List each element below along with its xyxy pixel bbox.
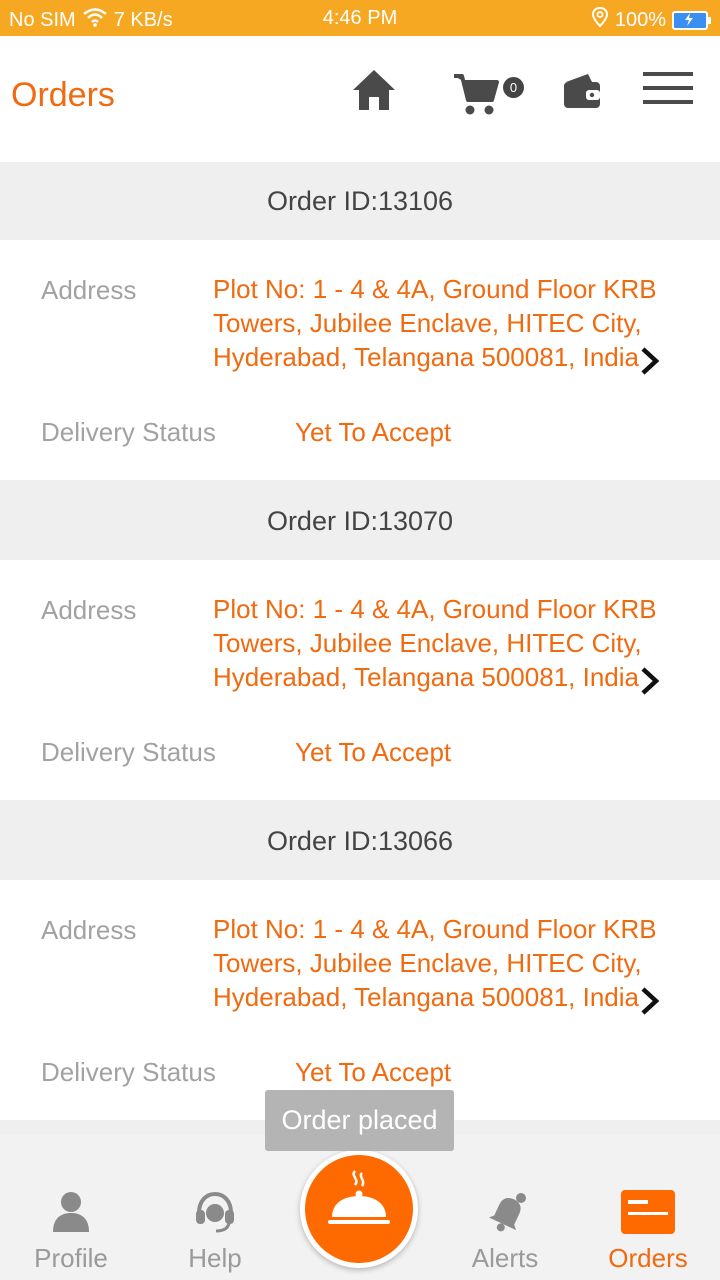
address-value: Plot No: 1 - 4 & 4A, Ground Floor KRB To… [213, 594, 657, 692]
address-label: Address [41, 275, 137, 305]
nav-help-label: Help [188, 1243, 242, 1273]
food-cloche-icon [328, 1167, 390, 1254]
orders-icon [620, 1189, 676, 1240]
order-card[interactable]: Address Plot No: 1 - 4 & 4A, Ground Floo… [0, 560, 720, 800]
location-icon [591, 6, 609, 34]
wallet-icon[interactable] [562, 72, 602, 115]
cart-icon[interactable] [452, 70, 500, 123]
order-id-header: Order ID:13070 [0, 482, 720, 560]
nav-alerts[interactable]: Alerts [445, 1135, 565, 1280]
order-card[interactable]: Address Plot No: 1 - 4 & 4A, Ground Floo… [0, 240, 720, 480]
bell-icon [485, 1189, 531, 1240]
order-id-header: Order ID:13106 [0, 162, 720, 240]
chevron-right-icon[interactable] [638, 666, 662, 701]
nav-help[interactable]: Help [155, 1135, 275, 1280]
order-card[interactable]: Address Plot No: 1 - 4 & 4A, Ground Floo… [0, 880, 720, 1120]
address-label: Address [41, 915, 137, 945]
address-value: Plot No: 1 - 4 & 4A, Ground Floor KRB To… [213, 914, 657, 1012]
battery-icon [672, 10, 711, 30]
nav-profile-label: Profile [34, 1243, 108, 1273]
home-icon[interactable] [351, 68, 397, 117]
chevron-right-icon[interactable] [638, 986, 662, 1021]
battery-percent: 100% [614, 8, 666, 31]
page-title: Orders [11, 76, 115, 114]
delivery-status-label: Delivery Status [41, 737, 216, 767]
profile-icon [51, 1190, 91, 1237]
delivery-status-value: Yet To Accept [295, 737, 452, 767]
delivery-status-value: Yet To Accept [295, 1057, 452, 1087]
toast-message: Order placed [265, 1090, 454, 1151]
delivery-status-value: Yet To Accept [295, 417, 452, 447]
address-value: Plot No: 1 - 4 & 4A, Ground Floor KRB To… [213, 274, 657, 372]
delivery-status-label: Delivery Status [41, 417, 216, 447]
order-id-header: Order ID:13066 [0, 802, 720, 880]
nav-orders-label: Orders [608, 1243, 688, 1273]
place-order-button[interactable] [300, 1150, 418, 1268]
delivery-status-label: Delivery Status [41, 1057, 216, 1087]
nav-alerts-label: Alerts [471, 1243, 539, 1273]
cart-count-badge: 0 [503, 77, 524, 98]
chevron-right-icon[interactable] [638, 346, 662, 381]
menu-icon[interactable] [643, 72, 693, 111]
address-label: Address [41, 595, 137, 625]
status-bar: No SIM 7 KB/s 4:46 PM 100% [0, 0, 720, 36]
nav-orders[interactable]: Orders [586, 1135, 710, 1280]
nav-profile[interactable]: Profile [10, 1135, 132, 1280]
app-bar: Orders [0, 36, 720, 162]
headset-icon [192, 1189, 238, 1240]
